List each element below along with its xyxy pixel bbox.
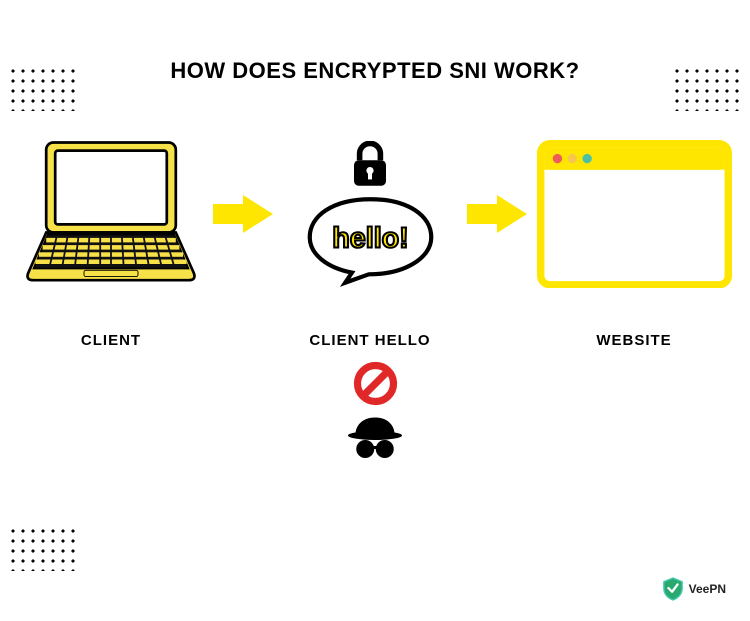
eavesdropper-blocked — [0, 361, 750, 461]
website-cell — [534, 140, 734, 289]
browser-window-icon — [537, 140, 732, 289]
labels-row: CLIENT CLIENT HELLO WEBSITE — [0, 332, 750, 349]
decorative-dots-bottom-left — [8, 526, 78, 571]
arrow-icon — [467, 195, 527, 233]
brand-text: VeePN — [689, 582, 726, 596]
decorative-dots-top-right — [672, 66, 742, 111]
lock-icon — [350, 141, 390, 189]
client-label: CLIENT — [16, 332, 206, 349]
client-hello-cell: hello! — [280, 141, 460, 288]
prohibited-icon — [353, 361, 398, 406]
client-hello-label: CLIENT HELLO — [280, 332, 460, 349]
laptop-icon — [21, 138, 201, 291]
diagram-title: HOW DOES ENCRYPTED SNI WORK? — [0, 58, 750, 84]
arrow-icon — [213, 195, 273, 233]
website-label: WEBSITE — [534, 332, 734, 349]
bubble-text: hello! — [332, 222, 408, 254]
decorative-dots-top-left — [8, 66, 78, 111]
spy-icon — [345, 416, 405, 461]
speech-bubble-icon: hello! — [303, 195, 438, 288]
diagram-row: hello! — [0, 114, 750, 314]
shield-icon — [662, 577, 684, 601]
client-cell — [16, 138, 206, 291]
brand-badge: VeePN — [662, 577, 726, 601]
